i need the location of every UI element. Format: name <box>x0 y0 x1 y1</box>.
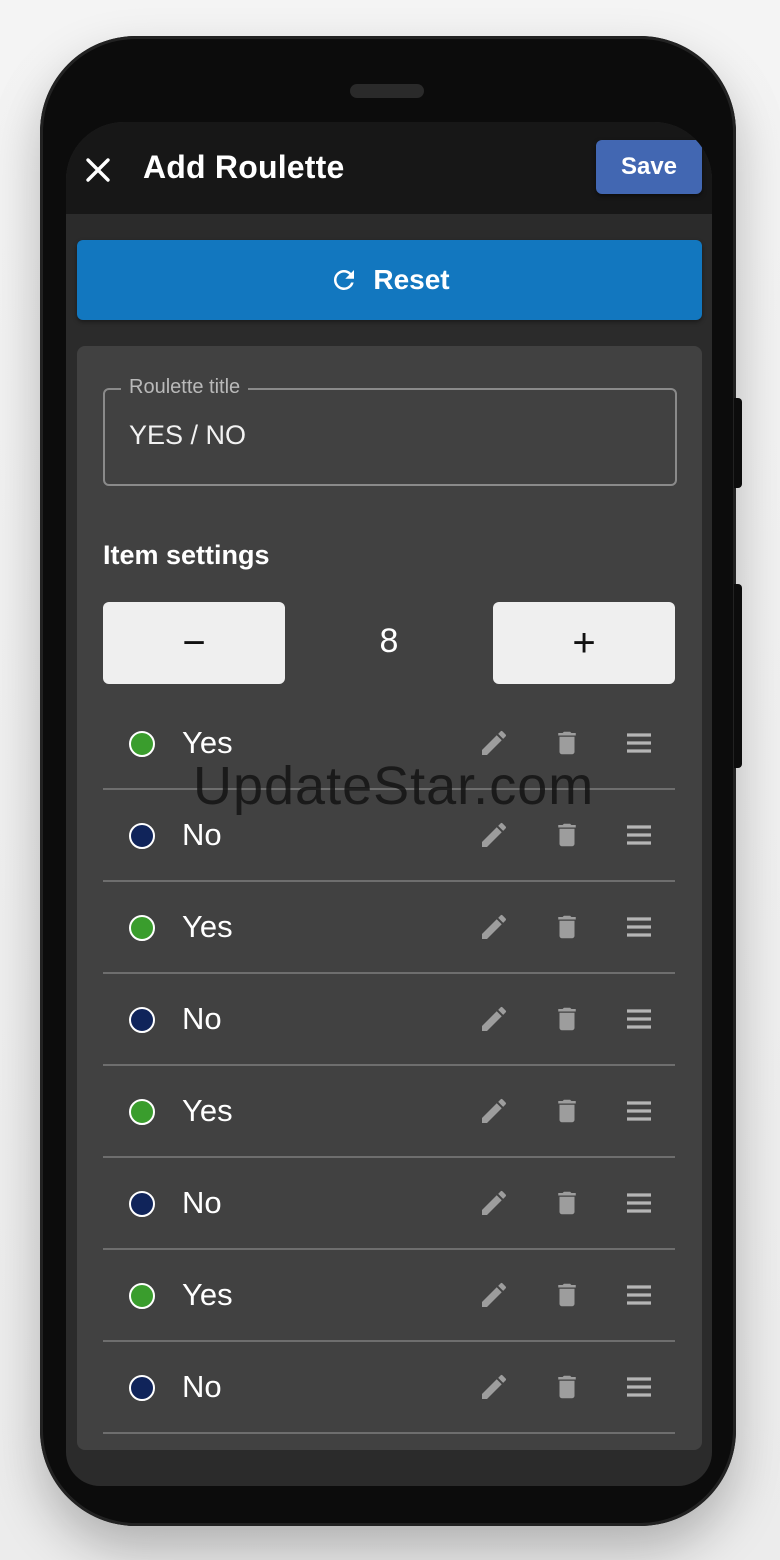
trash-icon[interactable] <box>548 1092 586 1130</box>
reset-label: Reset <box>373 264 450 295</box>
drag-handle-icon[interactable] <box>620 1368 658 1406</box>
item-list: Yes No Yes No Yes No Yes No <box>103 698 675 1434</box>
item-label: Yes <box>182 909 233 944</box>
edit-icon[interactable] <box>475 1000 513 1038</box>
item-settings-heading: Item settings <box>103 540 270 570</box>
page-title: Add Roulette <box>143 149 345 185</box>
drag-handle-icon[interactable] <box>620 908 658 946</box>
trash-icon[interactable] <box>548 1000 586 1038</box>
edit-icon[interactable] <box>475 1092 513 1130</box>
item-color-dot[interactable] <box>129 731 155 757</box>
list-item[interactable]: No <box>103 1342 675 1434</box>
decrease-count-button[interactable]: − <box>103 602 285 684</box>
app-bar: Add Roulette Save <box>66 122 712 214</box>
list-item[interactable]: No <box>103 790 675 882</box>
save-button[interactable]: Save <box>596 140 702 194</box>
drag-handle-icon[interactable] <box>620 724 658 762</box>
drag-handle-icon[interactable] <box>620 1092 658 1130</box>
app-screen: Add Roulette Save Reset Roulette title I… <box>66 122 712 1486</box>
item-color-dot[interactable] <box>129 1099 155 1125</box>
item-label: No <box>182 817 222 852</box>
phone-speaker <box>350 84 424 98</box>
item-color-dot[interactable] <box>129 1283 155 1309</box>
list-item[interactable]: Yes <box>103 1250 675 1342</box>
drag-handle-icon[interactable] <box>620 1000 658 1038</box>
trash-icon[interactable] <box>548 1184 586 1222</box>
roulette-title-label: Roulette title <box>121 376 249 399</box>
list-item[interactable]: Yes <box>103 882 675 974</box>
item-color-dot[interactable] <box>129 1007 155 1033</box>
list-item[interactable]: No <box>103 1158 675 1250</box>
trash-icon[interactable] <box>548 724 586 762</box>
item-color-dot[interactable] <box>129 1191 155 1217</box>
item-color-dot[interactable] <box>129 1375 155 1401</box>
item-count: 8 <box>379 622 399 660</box>
list-item[interactable]: Yes <box>103 1066 675 1158</box>
roulette-title-input[interactable] <box>129 420 649 451</box>
drag-handle-icon[interactable] <box>620 1184 658 1222</box>
edit-icon[interactable] <box>475 816 513 854</box>
edit-icon[interactable] <box>475 1368 513 1406</box>
item-color-dot[interactable] <box>129 823 155 849</box>
reset-button[interactable]: Reset <box>77 240 702 320</box>
phone-volume-button <box>734 584 742 768</box>
edit-icon[interactable] <box>475 1184 513 1222</box>
trash-icon[interactable] <box>548 908 586 946</box>
edit-icon[interactable] <box>475 908 513 946</box>
item-label: Yes <box>182 1277 233 1312</box>
item-color-dot[interactable] <box>129 915 155 941</box>
increase-count-button[interactable]: + <box>493 602 675 684</box>
phone-side-button <box>734 398 742 488</box>
trash-icon[interactable] <box>548 816 586 854</box>
item-label: No <box>182 1369 222 1404</box>
list-item[interactable]: No <box>103 974 675 1066</box>
item-label: No <box>182 1001 222 1036</box>
close-button[interactable] <box>80 152 116 188</box>
edit-icon[interactable] <box>475 1276 513 1314</box>
refresh-icon <box>334 269 355 290</box>
list-item[interactable]: Yes <box>103 698 675 790</box>
trash-icon[interactable] <box>548 1276 586 1314</box>
settings-card: Roulette title Item settings − 8 + Yes No… <box>77 346 702 1450</box>
roulette-title-field[interactable]: Roulette title <box>103 376 677 486</box>
edit-icon[interactable] <box>475 724 513 762</box>
item-label: Yes <box>182 1093 233 1128</box>
item-label: Yes <box>182 725 233 760</box>
drag-handle-icon[interactable] <box>620 816 658 854</box>
trash-icon[interactable] <box>548 1368 586 1406</box>
close-icon <box>86 158 110 182</box>
item-label: No <box>182 1185 222 1220</box>
drag-handle-icon[interactable] <box>620 1276 658 1314</box>
